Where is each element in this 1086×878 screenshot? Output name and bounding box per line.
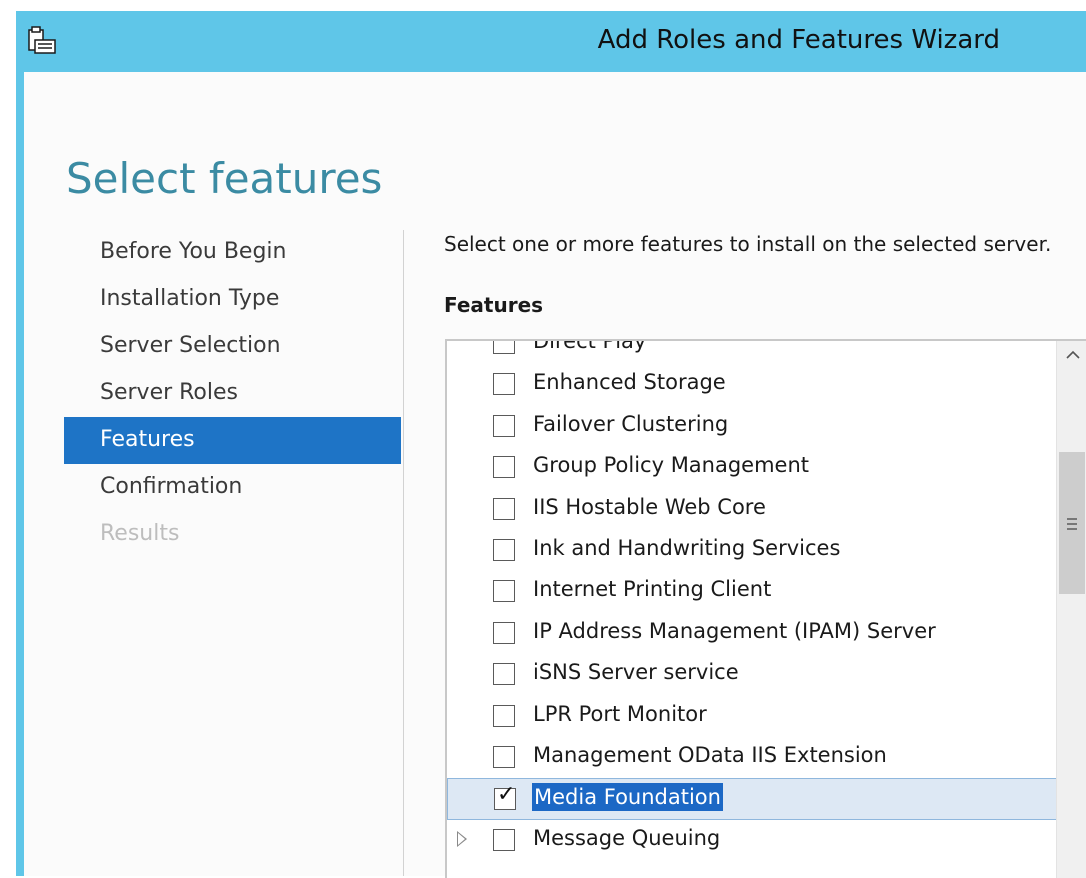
feature-row-enhanced-storage[interactable]: Enhanced Storage	[447, 364, 1057, 405]
feature-checkbox[interactable]	[493, 580, 515, 603]
feature-label: iSNS Server service	[533, 660, 739, 685]
feature-label: Failover Clustering	[533, 411, 729, 436]
feature-label: Management OData IIS Extension	[533, 742, 887, 767]
instruction-text: Select one or more features to install o…	[444, 232, 1052, 256]
scroll-thumb[interactable]	[1059, 452, 1085, 594]
nav-item-results: Results	[100, 521, 180, 546]
nav-item-features[interactable]: Features	[64, 417, 401, 464]
nav-item-confirmation[interactable]: Confirmation	[64, 464, 401, 511]
features-rows: Direct Play Enhanced Storage Failover Cl…	[447, 339, 1057, 861]
feature-row-message-queuing[interactable]: Message Queuing	[447, 820, 1057, 861]
feature-label: Direct Play	[533, 339, 647, 353]
wizard-window: Add Roles and Features Wizard Select fea…	[16, 11, 1086, 878]
grip-icon	[1067, 518, 1077, 530]
nav-item-server-roles[interactable]: Server Roles	[64, 370, 401, 417]
wizard-nav: Before You Begin Installation Type Serve…	[64, 229, 401, 558]
feature-label: Enhanced Storage	[533, 370, 726, 395]
feature-label: LPR Port Monitor	[533, 701, 707, 726]
feature-label: Ink and Handwriting Services	[533, 535, 841, 560]
server-manager-wizard-icon	[28, 26, 56, 54]
feature-checkbox[interactable]	[493, 456, 515, 479]
features-tree[interactable]: Direct Play Enhanced Storage Failover Cl…	[445, 339, 1086, 878]
features-heading: Features	[444, 293, 544, 317]
feature-row-ink-and-handwriting[interactable]: Ink and Handwriting Services	[447, 530, 1057, 571]
feature-label: IIS Hostable Web Core	[533, 494, 766, 519]
feature-label: Message Queuing	[533, 825, 721, 850]
feature-row-iis-hostable-web-core[interactable]: IIS Hostable Web Core	[447, 489, 1057, 530]
checkmark-icon: ✓	[497, 782, 516, 808]
feature-checkbox[interactable]	[493, 704, 515, 727]
feature-row-direct-play[interactable]: Direct Play	[447, 339, 1057, 364]
nav-item-server-selection[interactable]: Server Selection	[64, 323, 401, 370]
expand-triangle-icon[interactable]	[457, 830, 467, 847]
feature-checkbox[interactable]	[493, 414, 515, 437]
nav-item-installation-type[interactable]: Installation Type	[64, 276, 401, 323]
feature-checkbox[interactable]	[493, 497, 515, 520]
chevron-up-icon	[1065, 350, 1080, 359]
feature-checkbox[interactable]	[493, 745, 515, 768]
feature-row-isns-server-service[interactable]: iSNS Server service	[447, 654, 1057, 695]
feature-label: Internet Printing Client	[533, 577, 772, 602]
feature-checkbox[interactable]	[493, 341, 515, 354]
wizard-content: Select features Before You Begin Install…	[24, 72, 1086, 878]
feature-checkbox[interactable]	[493, 373, 515, 396]
scroll-up-button[interactable]	[1057, 341, 1086, 369]
feature-row-lpr-port-monitor[interactable]: LPR Port Monitor	[447, 696, 1057, 737]
window-title: Add Roles and Features Wizard	[597, 25, 1000, 55]
feature-label: Group Policy Management	[533, 453, 810, 478]
feature-checkbox[interactable]	[493, 621, 515, 644]
page-title: Select features	[66, 154, 383, 204]
feature-checkbox[interactable]	[493, 538, 515, 561]
feature-checkbox[interactable]	[493, 828, 515, 851]
feature-checkbox[interactable]	[493, 663, 515, 686]
feature-row-management-odata[interactable]: Management OData IIS Extension	[447, 737, 1057, 778]
title-bar[interactable]: Add Roles and Features Wizard	[16, 11, 1086, 72]
feature-row-group-policy-management[interactable]: Group Policy Management	[447, 447, 1057, 488]
feature-row-ipam-server[interactable]: IP Address Management (IPAM) Server	[447, 613, 1057, 654]
feature-row-failover-clustering[interactable]: Failover Clustering	[447, 406, 1057, 447]
nav-divider	[403, 230, 404, 876]
feature-row-media-foundation[interactable]: ✓ Media Foundation	[447, 778, 1057, 820]
feature-row-internet-printing-client[interactable]: Internet Printing Client	[447, 571, 1057, 612]
nav-item-before-you-begin[interactable]: Before You Begin	[64, 229, 401, 276]
feature-label: Media Foundation	[532, 783, 723, 812]
vertical-scrollbar[interactable]	[1056, 341, 1086, 878]
feature-label: IP Address Management (IPAM) Server	[533, 618, 936, 643]
